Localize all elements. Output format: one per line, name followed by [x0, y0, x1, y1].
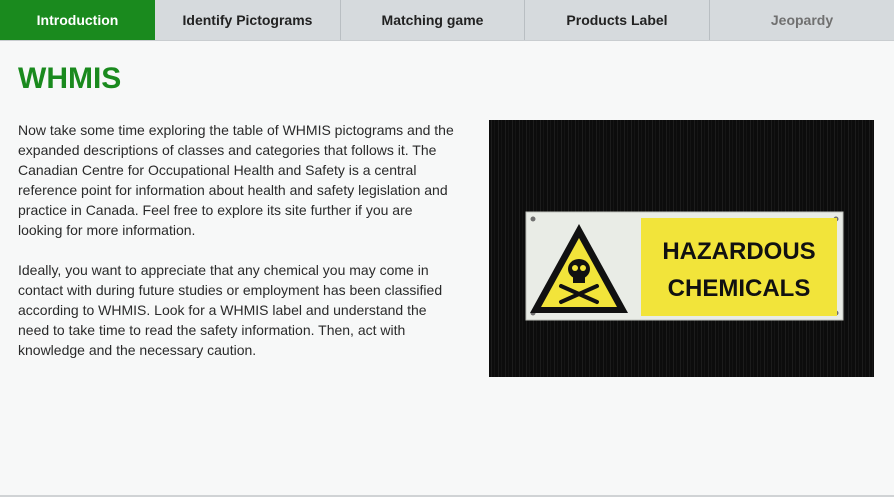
hazardous-chemicals-photo: HAZARDOUS CHEMICALS: [489, 120, 874, 377]
tab-bar: Introduction Identify Pictograms Matchin…: [0, 0, 894, 41]
paragraph-1: Now take some time exploring the table o…: [18, 122, 454, 238]
tab-matching-game[interactable]: Matching game: [341, 0, 525, 40]
sign-text-line2: CHEMICALS: [668, 275, 811, 302]
paragraph-2: Ideally, you want to appreciate that any…: [18, 262, 443, 358]
tab-identify-pictograms[interactable]: Identify Pictograms: [155, 0, 341, 40]
hazard-sign-image: HAZARDOUS CHEMICALS: [489, 120, 874, 377]
intro-text: Now take some time exploring the table o…: [18, 120, 458, 380]
sign-text-line1: HAZARDOUS: [662, 238, 815, 265]
page-title: WHMIS: [18, 62, 122, 95]
tab-jeopardy[interactable]: Jeopardy: [710, 0, 894, 40]
tab-introduction[interactable]: Introduction: [0, 0, 155, 40]
tab-products-label[interactable]: Products Label: [525, 0, 710, 40]
warning-sign: HAZARDOUS CHEMICALS: [525, 211, 844, 321]
